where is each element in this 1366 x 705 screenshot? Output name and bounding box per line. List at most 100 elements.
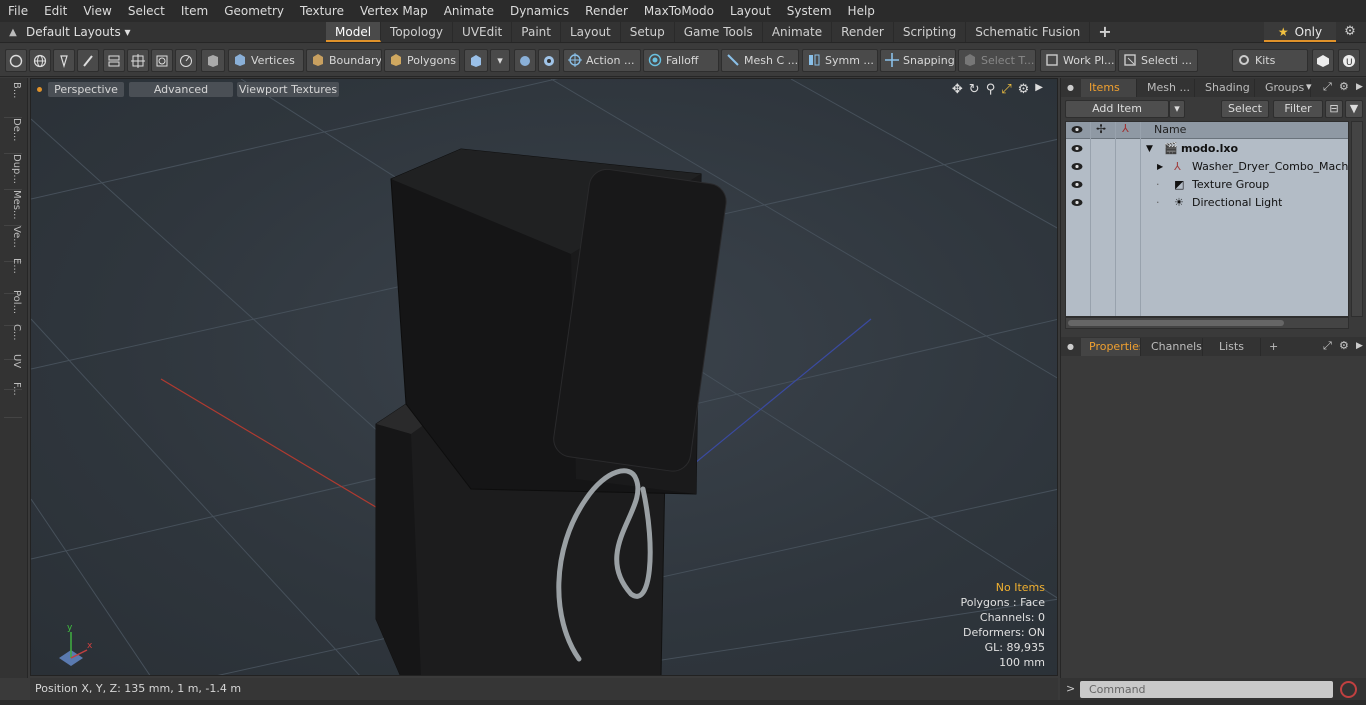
sidetab-fusion[interactable]: F... <box>4 382 22 418</box>
eye-icon[interactable] <box>1071 198 1083 207</box>
align-icon[interactable] <box>103 49 125 72</box>
boundary-button[interactable]: Boundary <box>306 49 382 72</box>
tab-model[interactable]: Model <box>326 22 382 42</box>
tab-items[interactable]: Items <box>1081 79 1137 97</box>
menu-texture[interactable]: Texture <box>292 0 352 22</box>
panel-expand-icon[interactable]: ⤢ <box>1323 339 1332 353</box>
panel-gear-icon[interactable]: ⚙ <box>1339 339 1349 352</box>
tree-row-scene[interactable]: ▼ 🎬 modo.lxo <box>1066 140 1348 158</box>
work-plane-button[interactable]: Work Pl... <box>1040 49 1116 72</box>
tab-uvedit[interactable]: UVEdit <box>453 22 513 42</box>
brush-icon[interactable] <box>77 49 99 72</box>
add-item-button[interactable]: Add Item <box>1065 100 1169 118</box>
sidetab-basic[interactable]: B... <box>4 82 22 118</box>
shield-mode-icon[interactable] <box>201 49 225 72</box>
3d-viewport[interactable]: y x Perspective Advanced Viewport Textur… <box>30 78 1058 676</box>
expand-arrow-icon[interactable]: ▼ <box>1146 140 1153 158</box>
select-through-button[interactable]: Select T... <box>958 49 1036 72</box>
globe-icon[interactable] <box>29 49 51 72</box>
collapse-arrow-icon[interactable]: ▲ <box>0 27 26 38</box>
tab-mesh[interactable]: Mesh ... <box>1139 79 1195 97</box>
viewport-gear-icon[interactable]: ⚙ <box>1018 82 1030 97</box>
tab-render[interactable]: Render <box>832 22 894 42</box>
falloff-button[interactable]: Falloff <box>643 49 719 72</box>
menu-geometry[interactable]: Geometry <box>216 0 292 22</box>
record-macro-icon[interactable] <box>1340 681 1357 698</box>
perspective-dropdown[interactable]: Perspective <box>48 82 124 97</box>
move-view-icon[interactable]: ✥ <box>952 82 963 97</box>
pivot-icon[interactable] <box>538 49 560 72</box>
square-icon[interactable] <box>151 49 173 72</box>
dryer-body[interactable] <box>390 148 728 495</box>
add-item-chevron-icon[interactable]: ▾ <box>1169 100 1185 118</box>
sidetab-edge[interactable]: E... <box>4 258 22 294</box>
menu-file[interactable]: File <box>0 0 36 22</box>
tab-topology[interactable]: Topology <box>381 22 454 42</box>
panel-arrow-icon[interactable]: ▶ <box>1356 341 1363 351</box>
eye-icon[interactable] <box>1071 180 1083 189</box>
expand-arrow-icon[interactable]: ▶ <box>1157 158 1163 176</box>
tab-lists[interactable]: Lists <box>1211 338 1261 356</box>
unreal-icon[interactable]: U <box>1338 49 1360 72</box>
tab-paint[interactable]: Paint <box>512 22 561 42</box>
tab-game-tools[interactable]: Game Tools <box>675 22 763 42</box>
tree-row-texture-group[interactable]: · ◩ Texture Group <box>1066 176 1348 194</box>
menu-view[interactable]: View <box>75 0 119 22</box>
scroll-thumb[interactable] <box>1068 320 1284 326</box>
panel-arrow-icon[interactable]: ▶ <box>1356 82 1363 92</box>
clock-icon[interactable] <box>175 49 197 72</box>
panel-gear-icon[interactable]: ⚙ <box>1339 80 1349 93</box>
viewport-arrow-icon[interactable]: ▶ <box>1035 82 1043 97</box>
add-panel-tab-button[interactable]: + <box>1261 338 1281 356</box>
maximize-icon[interactable]: ⤢ <box>1001 82 1011 97</box>
viewport-textures-dropdown[interactable]: Viewport Textures <box>237 82 339 97</box>
sidetab-polygon[interactable]: Pol... <box>4 290 22 326</box>
collapse-list-icon[interactable]: ⊟ <box>1325 100 1343 118</box>
add-tab-button[interactable]: + <box>1090 22 1119 42</box>
item-mode-icon[interactable] <box>464 49 488 72</box>
menu-help[interactable]: Help <box>840 0 883 22</box>
tab-animate[interactable]: Animate <box>763 22 833 42</box>
symmetry-button[interactable]: Symm ... <box>802 49 878 72</box>
tab-setup[interactable]: Setup <box>621 22 675 42</box>
menu-dynamics[interactable]: Dynamics <box>502 0 577 22</box>
funnel-icon[interactable]: ▼ <box>1345 100 1363 118</box>
menu-edit[interactable]: Edit <box>36 0 75 22</box>
select-button[interactable]: Select <box>1221 100 1269 118</box>
eye-icon[interactable] <box>1071 144 1083 153</box>
action-center-button[interactable]: Action ... <box>563 49 641 72</box>
unity-icon[interactable] <box>1312 49 1334 72</box>
menu-animate[interactable]: Animate <box>436 0 502 22</box>
advanced-dropdown[interactable]: Advanced <box>129 82 233 97</box>
tab-scripting[interactable]: Scripting <box>894 22 967 42</box>
tab-properties[interactable]: Properties <box>1081 338 1141 356</box>
sidetab-duplicate[interactable]: Dup... <box>4 154 22 190</box>
sidetab-deform[interactable]: De... <box>4 118 22 154</box>
grid-icon[interactable] <box>127 49 149 72</box>
menu-render[interactable]: Render <box>577 0 636 22</box>
only-toggle[interactable]: ★ Only <box>1264 22 1336 42</box>
sidetab-mesh-edit[interactable]: Mes... <box>4 190 22 226</box>
kits-button[interactable]: Kits <box>1232 49 1308 72</box>
vertices-button[interactable]: Vertices <box>228 49 304 72</box>
pen-icon[interactable] <box>53 49 75 72</box>
tree-scrollbar-horizontal[interactable] <box>1065 317 1349 329</box>
tabs-chevron-icon[interactable]: ▾ <box>1306 80 1312 93</box>
circle-select-icon[interactable] <box>5 49 27 72</box>
tab-channels[interactable]: Channels <box>1143 338 1203 356</box>
rotate-view-icon[interactable]: ↻ <box>969 82 980 97</box>
tree-scrollbar-vertical[interactable] <box>1351 121 1363 317</box>
sidetab-vertex[interactable]: Ve... <box>4 226 22 262</box>
menu-layout[interactable]: Layout <box>722 0 779 22</box>
gear-icon[interactable]: ⚙ <box>1340 22 1360 42</box>
tab-schematic-fusion[interactable]: Schematic Fusion <box>966 22 1091 42</box>
tree-row-mesh[interactable]: ▶ ⅄ Washer_Dryer_Combo_Machi... <box>1066 158 1348 176</box>
menu-system[interactable]: System <box>779 0 840 22</box>
eye-icon[interactable] <box>1071 162 1083 171</box>
menu-vertex-map[interactable]: Vertex Map <box>352 0 436 22</box>
tab-layout[interactable]: Layout <box>561 22 621 42</box>
zoom-icon[interactable]: ⚲ <box>986 82 996 97</box>
sym-shield-icon[interactable] <box>514 49 536 72</box>
command-input[interactable]: Command <box>1080 681 1333 698</box>
tree-row-light[interactable]: · ☀ Directional Light <box>1066 194 1348 212</box>
